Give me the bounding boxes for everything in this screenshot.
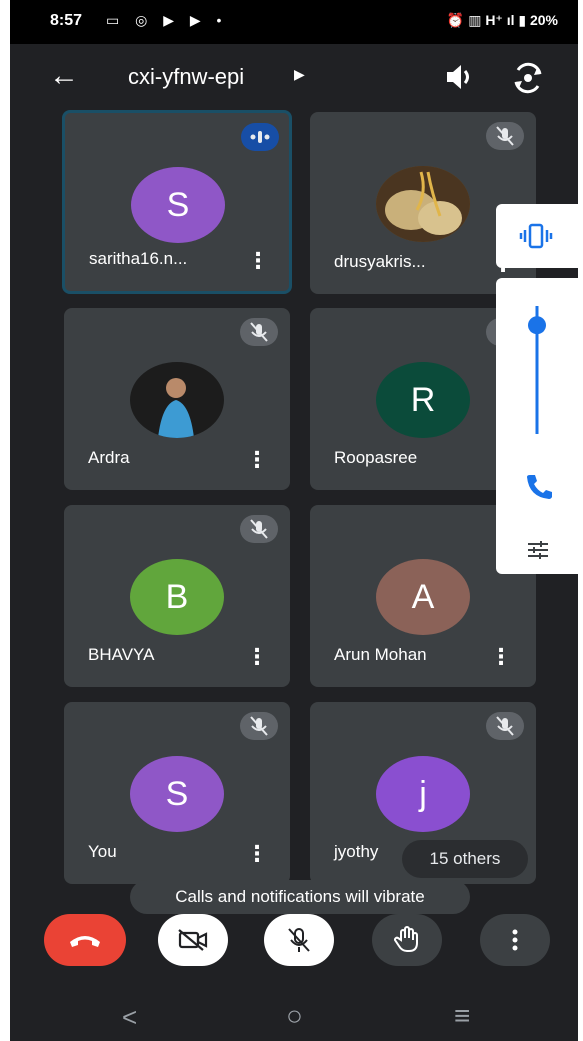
participant-name: You: [88, 842, 117, 861]
participant-name: Ardra: [88, 448, 130, 467]
caret-right-icon[interactable]: ▶: [294, 66, 305, 83]
hand-icon: [394, 926, 418, 952]
participant-name: Arun Mohan: [334, 645, 427, 664]
participant-name: jyothy: [334, 842, 379, 861]
notification-icons: ▭ ◎ ▶ ▶ •: [106, 12, 228, 28]
participant-tile[interactable]: B BHAVYA ⋮: [64, 505, 290, 687]
arrow-left-icon[interactable]: ←: [46, 58, 82, 94]
participant-name: BHAVYA: [88, 645, 155, 664]
status-time: 8:57: [50, 12, 83, 29]
toast-message: Calls and notifications will vibrate: [130, 880, 470, 914]
mic-off-icon: [486, 712, 524, 740]
volume-panel: [496, 278, 578, 574]
mic-off-icon: [240, 515, 278, 543]
others-count[interactable]: 15 others: [402, 840, 528, 878]
participant-tile[interactable]: S You ⋮: [64, 702, 290, 884]
end-call-icon: [70, 936, 100, 947]
avatar: j: [376, 756, 470, 832]
more-vert-icon[interactable]: ⋮: [246, 446, 268, 474]
mic-off-icon: [288, 928, 310, 952]
more-vert-icon[interactable]: ⋮: [246, 840, 268, 868]
raise-hand-button[interactable]: [372, 914, 442, 966]
avatar: R: [376, 362, 470, 438]
call-header: ← cxi-yfnw-epi ▶: [10, 44, 578, 110]
speaking-dots-icon: [241, 123, 279, 151]
more-options-button[interactable]: [480, 914, 550, 966]
participant-name: drusyakris...: [334, 252, 426, 271]
camera-toggle-button[interactable]: [158, 914, 228, 966]
mic-off-icon: [486, 122, 524, 150]
participant-tile[interactable]: S saritha16.n... ⋮: [62, 110, 292, 294]
status-indicators: ⏰ ▥ H⁺ ıl ▮ 20%: [446, 12, 558, 28]
status-bar: 8:57 ▭ ◎ ▶ ▶ • ⏰ ▥ H⁺ ıl ▮ 20%: [10, 0, 578, 44]
flip-camera-icon[interactable]: [510, 60, 546, 96]
nav-home-button[interactable]: ○: [286, 1000, 303, 1032]
volume-thumb[interactable]: [528, 316, 546, 335]
more-vert-icon[interactable]: ⋮: [246, 643, 268, 671]
mic-off-icon: [240, 712, 278, 740]
tune-icon[interactable]: [526, 540, 550, 560]
phone-icon[interactable]: [524, 472, 552, 500]
vibrate-toggle[interactable]: [496, 204, 578, 268]
more-vert-icon: [512, 929, 518, 951]
nav-recents-button[interactable]: ≡: [454, 1000, 470, 1032]
end-call-button[interactable]: [44, 914, 126, 966]
speaker-icon[interactable]: [442, 60, 476, 94]
avatar: A: [376, 559, 470, 635]
meet-screen: 8:57 ▭ ◎ ▶ ▶ • ⏰ ▥ H⁺ ıl ▮ 20% ← cxi-yfn…: [10, 0, 578, 1041]
mic-off-icon: [240, 318, 278, 346]
vibrate-icon: [519, 223, 553, 249]
mic-toggle-button[interactable]: [264, 914, 334, 966]
meeting-code[interactable]: cxi-yfnw-epi: [128, 64, 244, 90]
avatar: S: [130, 756, 224, 832]
nav-back-button[interactable]: <: [122, 1002, 137, 1033]
camera-off-icon: [178, 929, 208, 951]
participant-tile[interactable]: Ardra ⋮: [64, 308, 290, 490]
avatar: S: [131, 167, 225, 243]
volume-slider[interactable]: [526, 302, 548, 442]
participant-photo: [376, 166, 470, 242]
participant-photo: [130, 362, 224, 438]
more-vert-icon[interactable]: ⋮: [247, 247, 269, 275]
participant-name: Roopasree: [334, 448, 418, 467]
more-vert-icon[interactable]: ⋮: [490, 643, 512, 671]
participant-name: saritha16.n...: [89, 249, 188, 268]
avatar: B: [130, 559, 224, 635]
system-navigation-bar: < ○ ≡: [10, 994, 578, 1041]
